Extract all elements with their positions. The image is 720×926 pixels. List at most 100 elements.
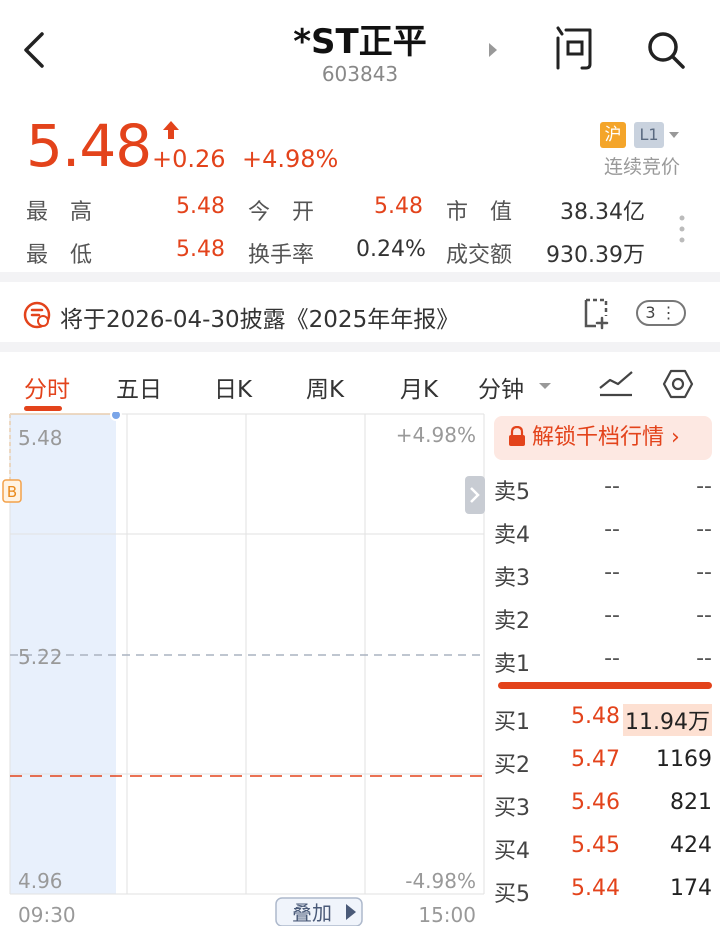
ask-label: 卖3 <box>494 566 530 591</box>
separator <box>0 272 720 282</box>
stat-label-low: 最 低 <box>26 243 93 268</box>
active-tab-indicator <box>24 406 62 411</box>
search-icon[interactable] <box>644 28 688 72</box>
ask-price: -- <box>604 474 620 499</box>
expand-handle[interactable] <box>465 476 485 514</box>
stat-label-high: 最 高 <box>26 200 93 225</box>
bid-volume: 821 <box>670 790 712 815</box>
bid-label: 买1 <box>494 710 530 735</box>
bid-label: 买3 <box>494 796 530 821</box>
bid-price: 5.46 <box>571 790 620 815</box>
y-label-top: 5.48 <box>18 426 63 450</box>
header: *ST正平 603843 <box>0 0 720 100</box>
intraday-chart[interactable]: 5.48 5.22 4.96 +4.98% -4.98% 09:30 15:00… <box>0 412 490 926</box>
pct-label-bottom: -4.98% <box>405 869 476 893</box>
notice-icon <box>23 301 51 329</box>
bid-row: 买2 5.47 1169 <box>494 747 720 787</box>
ask-volume: -- <box>696 603 712 628</box>
separator <box>0 342 720 352</box>
price-change: +0.26 <box>152 145 226 173</box>
tab-intraday[interactable]: 分时 <box>24 370 70 404</box>
trade-marker-label: B <box>7 483 17 501</box>
ask-bid-divider <box>498 682 712 689</box>
chart-tabs: 分时 五日 日K 周K 月K 分钟 <box>0 360 720 414</box>
time-start: 09:30 <box>18 903 76 926</box>
bid-price: 5.44 <box>571 876 620 901</box>
up-arrow-icon <box>163 121 179 139</box>
bid-volume: 1169 <box>656 747 712 772</box>
trade-marker-b[interactable]: B <box>2 479 22 503</box>
ask-price: -- <box>604 517 620 542</box>
time-end: 15:00 <box>418 903 476 926</box>
bid-label: 买2 <box>494 753 530 778</box>
ask-row: 卖1 -- -- <box>494 646 720 686</box>
more-icon[interactable] <box>678 214 686 244</box>
tab-weekly-k[interactable]: 周K <box>306 370 344 404</box>
ask-volume: -- <box>696 474 712 499</box>
next-icon[interactable] <box>486 40 500 60</box>
bid-volume: 424 <box>670 833 712 858</box>
ask-volume: -- <box>696 646 712 671</box>
ask-price: -- <box>604 646 620 671</box>
market-badge: 沪 <box>600 122 626 148</box>
tab-minute[interactable]: 分钟 <box>478 370 524 404</box>
lock-icon <box>509 426 525 446</box>
ask-label: 卖4 <box>494 523 530 548</box>
bid-label: 买5 <box>494 882 530 907</box>
y-label-mid: 5.22 <box>18 645 63 669</box>
stat-value-low: 5.48 <box>176 237 225 262</box>
bid-price: 5.45 <box>571 833 620 858</box>
stat-value-open: 5.48 <box>374 194 423 219</box>
stock-code: 603843 <box>321 62 399 86</box>
chevron-down-icon[interactable] <box>538 382 552 390</box>
bid-label: 买4 <box>494 839 530 864</box>
bid-price: 5.47 <box>571 747 620 772</box>
ask-price: -- <box>604 603 620 628</box>
ask-row: 卖2 -- -- <box>494 603 720 643</box>
bid-row: 买5 5.44 174 <box>494 876 720 916</box>
trend-icon[interactable] <box>598 368 634 398</box>
bid-row: 买1 5.48 11.94万 <box>494 704 720 744</box>
ask-row: 卖3 -- -- <box>494 560 720 600</box>
trading-status: 连续竞价 <box>604 156 681 178</box>
notice-count-badge[interactable]: 3 ⋮ <box>636 300 686 326</box>
order-book: 解锁千档行情 › 卖5 -- -- 卖4 -- -- 卖3 -- -- 卖2 -… <box>494 412 720 926</box>
bid-row: 买3 5.46 821 <box>494 790 720 830</box>
ask-volume: -- <box>696 560 712 585</box>
ask-label: 卖1 <box>494 652 530 677</box>
pct-label-top: +4.98% <box>396 423 476 447</box>
stat-value-high: 5.48 <box>176 194 225 219</box>
price-change-pct: +4.98% <box>242 145 339 173</box>
bid-volume: 174 <box>670 876 712 901</box>
ask-row: 卖4 -- -- <box>494 517 720 557</box>
tab-daily-k[interactable]: 日K <box>214 370 252 404</box>
settings-icon[interactable] <box>662 368 694 400</box>
stat-label-amount: 成交额 <box>446 243 513 268</box>
level-badge[interactable]: L1 <box>634 122 664 148</box>
ask-label: 卖5 <box>494 480 530 505</box>
current-point <box>110 412 122 421</box>
chevron-down-icon[interactable] <box>668 130 680 140</box>
document-icon[interactable] <box>580 296 612 330</box>
y-label-bottom: 4.96 <box>18 869 63 893</box>
overlay-label: 叠加 <box>292 901 332 925</box>
ask-icon[interactable] <box>552 24 596 72</box>
unlock-depth-button[interactable]: 解锁千档行情 › <box>494 416 712 460</box>
bid-volume: 11.94万 <box>623 704 712 736</box>
disclosure-notice[interactable]: 将于2026-04-30披露《2025年年报》 <box>60 300 459 334</box>
stat-label-open: 今 开 <box>248 200 315 225</box>
notice-count: 3 <box>645 303 656 322</box>
bid-price: 5.48 <box>571 704 620 729</box>
ask-row: 卖5 -- -- <box>494 474 720 514</box>
stock-name: *ST正平 <box>293 22 427 62</box>
last-price: 5.48 <box>26 112 152 180</box>
overlay-button[interactable]: 叠加 <box>275 897 363 926</box>
stat-value-mktcap: 38.34亿 <box>560 200 645 225</box>
stat-value-turnover: 0.24% <box>356 237 426 262</box>
tab-five-day[interactable]: 五日 <box>116 370 162 404</box>
ask-label: 卖2 <box>494 609 530 634</box>
ask-volume: -- <box>696 517 712 542</box>
stat-value-amount: 930.39万 <box>546 243 645 268</box>
tab-monthly-k[interactable]: 月K <box>400 370 438 404</box>
bid-row: 买4 5.45 424 <box>494 833 720 873</box>
